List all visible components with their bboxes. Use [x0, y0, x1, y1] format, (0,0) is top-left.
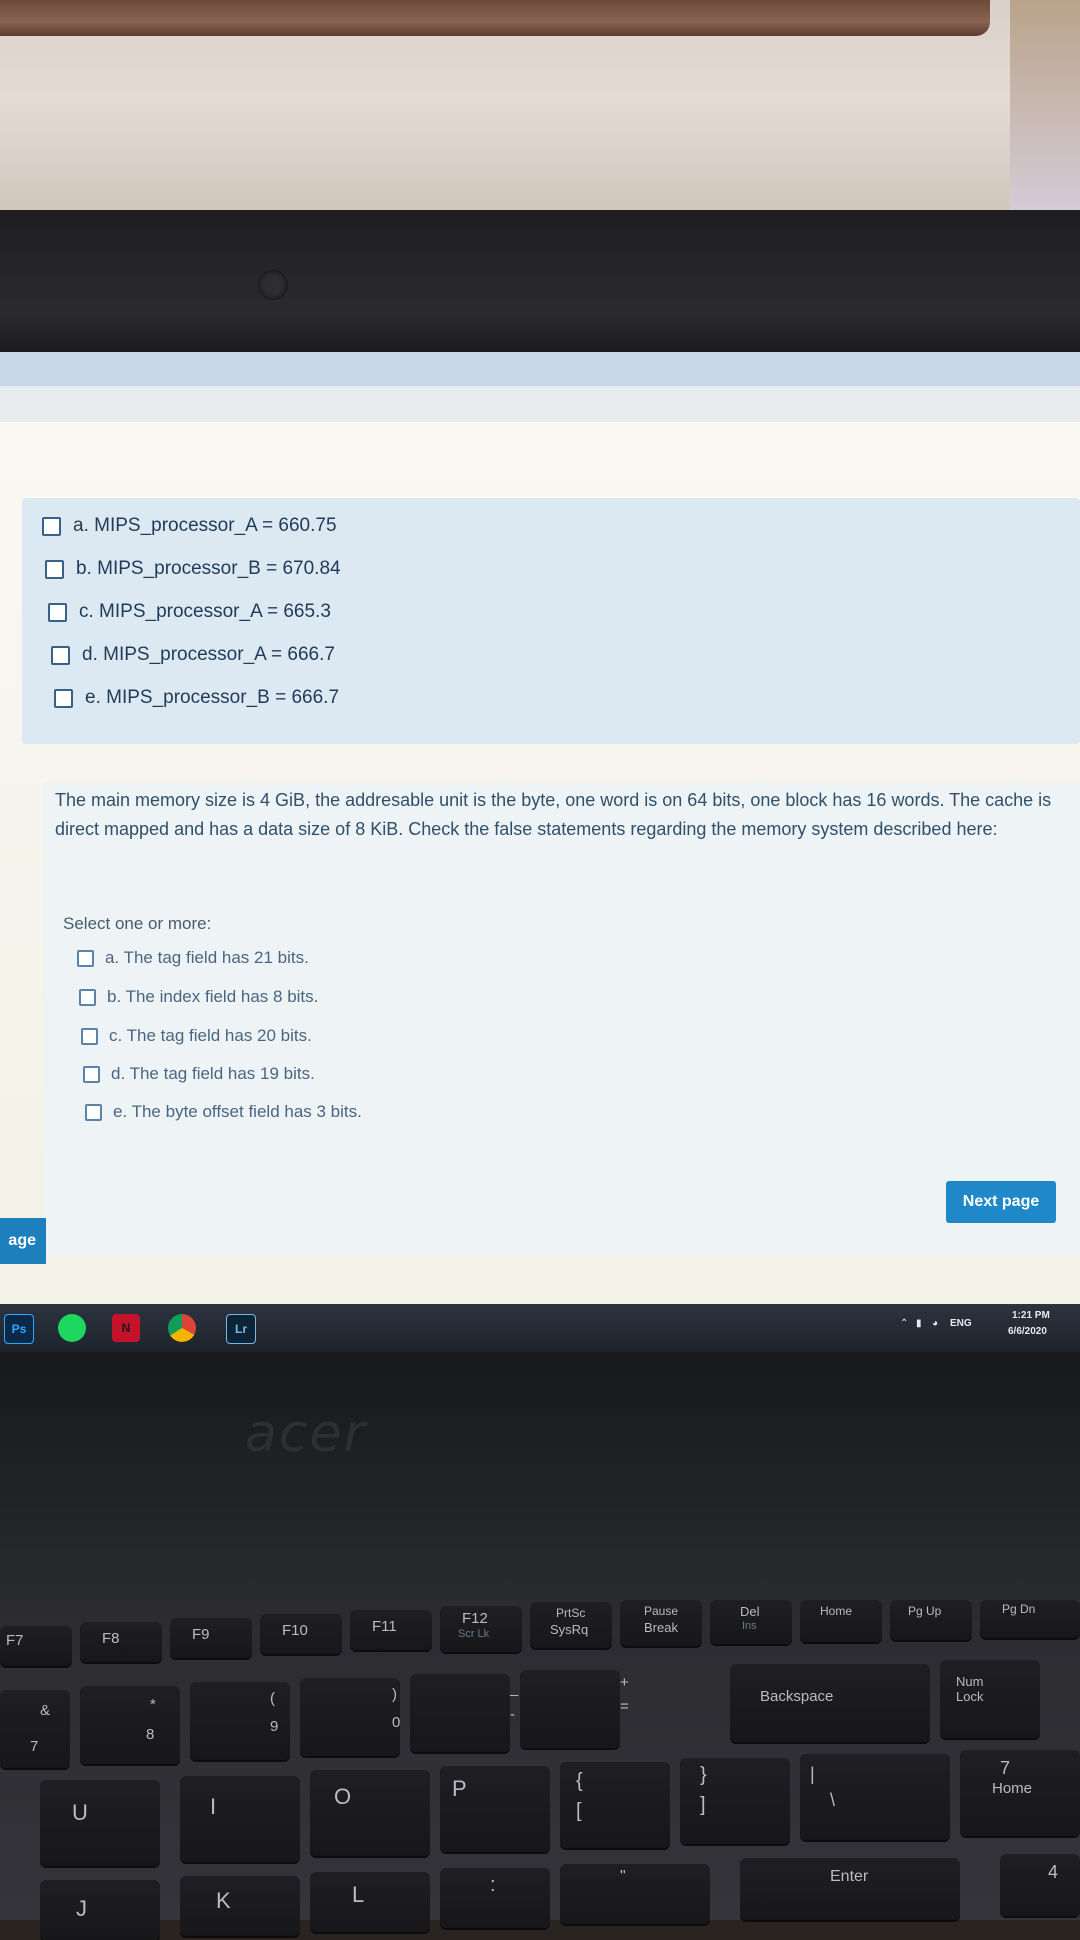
key-bracket-right[interactable]: }]: [680, 1758, 790, 1844]
browser-toolbar: [0, 352, 1080, 387]
key-bracket-left[interactable]: {[: [560, 1762, 670, 1848]
key-quote[interactable]: ": [560, 1864, 710, 1924]
key-prtsc[interactable]: PrtSc SysRq: [530, 1602, 612, 1648]
key-f8[interactable]: F8: [80, 1622, 162, 1662]
key-f7[interactable]: F7: [0, 1626, 72, 1666]
key-semicolon[interactable]: :: [440, 1868, 550, 1928]
option-label: d. MIPS_processor_A = 666.7: [82, 644, 335, 665]
key-f10[interactable]: F10: [260, 1614, 342, 1654]
spotify-icon[interactable]: [58, 1314, 86, 1342]
laptop-hinge-area: [0, 1352, 1080, 1602]
next-page-button[interactable]: Next page: [946, 1181, 1056, 1223]
tray-chevron-icon[interactable]: ⌃: [900, 1318, 908, 1329]
checkbox-icon[interactable]: [83, 1065, 100, 1083]
webcam-icon: [258, 270, 288, 300]
key-minus[interactable]: _ -: [410, 1674, 518, 1752]
key-pgdn[interactable]: Pg Dn: [980, 1600, 1080, 1638]
laptop-screen: a. MIPS_processor_A = 660.75 b. MIPS_pro…: [0, 352, 1080, 1352]
checkbox-icon[interactable]: [85, 1103, 102, 1121]
question-panel: [42, 782, 1080, 1257]
select-instruction: Select one or more:: [63, 914, 212, 933]
checkbox-icon[interactable]: [48, 602, 67, 622]
key-pause[interactable]: Pause Break: [620, 1600, 702, 1646]
option-label: b. MIPS_processor_B = 670.84: [76, 558, 341, 579]
battery-icon[interactable]: ▮: [916, 1318, 922, 1329]
option-label: c. The tag field has 20 bits.: [109, 1026, 312, 1045]
key-p[interactable]: P: [440, 1766, 550, 1852]
key-k[interactable]: K: [180, 1876, 300, 1936]
option-label: e. The byte offset field has 3 bits.: [113, 1102, 362, 1121]
question-option-c[interactable]: c. The tag field has 20 bits.: [81, 1026, 312, 1046]
question-option-d[interactable]: d. The tag field has 19 bits.: [83, 1064, 315, 1084]
key-f12[interactable]: F12 Scr Lk: [440, 1606, 522, 1652]
checkbox-icon[interactable]: [45, 559, 64, 579]
key-8[interactable]: * 8: [80, 1686, 180, 1764]
wall-corner: [1010, 0, 1080, 215]
key-9[interactable]: (9: [190, 1682, 290, 1760]
clock-date[interactable]: 6/6/2020: [1008, 1326, 1047, 1337]
clock-time[interactable]: 1:21 PM: [1012, 1310, 1050, 1321]
laptop-bezel: [0, 210, 1080, 355]
key-l[interactable]: L: [310, 1872, 430, 1932]
chrome-icon[interactable]: [168, 1314, 196, 1342]
laptop-keyboard: F7 F8 F9 F10 F11 F12 Scr Lk PrtSc SysRq Pa…: [0, 1600, 1080, 1940]
key-f9[interactable]: F9: [170, 1618, 252, 1658]
question-option-b[interactable]: b. The index field has 8 bits.: [79, 987, 318, 1007]
option-label: a. MIPS_processor_A = 660.75: [73, 515, 337, 536]
option-label: d. The tag field has 19 bits.: [111, 1064, 315, 1083]
question-option-e[interactable]: e. The byte offset field has 3 bits.: [85, 1102, 362, 1122]
key-u[interactable]: U: [40, 1780, 160, 1866]
key-del[interactable]: Del Ins: [710, 1600, 792, 1644]
key-i[interactable]: I: [180, 1776, 300, 1862]
lightroom-icon[interactable]: Lr: [226, 1314, 256, 1344]
photoshop-icon[interactable]: Ps: [4, 1314, 34, 1344]
checkbox-icon[interactable]: [79, 988, 96, 1006]
windows-taskbar: Ps N Lr ⌃ ▮ ◕ ENG 1:21 PM 6/6/2020: [0, 1304, 1080, 1352]
checkbox-icon[interactable]: [77, 949, 94, 967]
language-indicator[interactable]: ENG: [950, 1318, 972, 1329]
key-equals[interactable]: + =: [520, 1670, 629, 1748]
netflix-icon[interactable]: N: [112, 1314, 140, 1342]
key-7[interactable]: & 7: [0, 1690, 70, 1768]
key-0[interactable]: ) 0: [300, 1678, 400, 1756]
option-label: b. The index field has 8 bits.: [107, 987, 319, 1006]
option-label: c. MIPS_processor_A = 665.3: [79, 601, 331, 622]
key-numpad-7[interactable]: 7 Home: [960, 1750, 1080, 1836]
key-backslash[interactable]: | \: [800, 1754, 950, 1840]
key-pgup[interactable]: Pg Up: [890, 1600, 972, 1640]
checkbox-icon[interactable]: [81, 1027, 98, 1045]
key-o[interactable]: O: [310, 1770, 430, 1856]
checkbox-icon[interactable]: [42, 516, 61, 536]
previous-option-d[interactable]: d. MIPS_processor_A = 666.7: [51, 644, 335, 666]
page-header-bar: [0, 386, 1080, 423]
previous-option-c[interactable]: c. MIPS_processor_A = 665.3: [48, 601, 331, 623]
key-f11[interactable]: F11: [350, 1610, 432, 1650]
option-label: e. MIPS_processor_B = 666.7: [85, 687, 340, 708]
key-home[interactable]: Home: [800, 1600, 882, 1642]
key-enter[interactable]: Enter: [740, 1858, 960, 1920]
brand-logo: acer: [245, 1404, 367, 1464]
question-text: The main memory size is 4 GiB, the addre…: [55, 790, 1052, 839]
side-page-tab[interactable]: age: [0, 1218, 46, 1264]
key-numlock[interactable]: Num Lock: [940, 1660, 1040, 1738]
option-label: a. The tag field has 21 bits.: [105, 948, 309, 967]
previous-option-b[interactable]: b. MIPS_processor_B = 670.84: [45, 558, 341, 580]
wifi-icon[interactable]: ◕: [932, 1318, 938, 1329]
key-numpad-4[interactable]: 4: [1000, 1854, 1080, 1916]
previous-option-a[interactable]: a. MIPS_processor_A = 660.75: [42, 515, 337, 537]
key-j[interactable]: J: [40, 1880, 160, 1940]
question-option-a[interactable]: a. The tag field has 21 bits.: [77, 948, 309, 968]
wall-shelf: [0, 0, 990, 36]
previous-option-e[interactable]: e. MIPS_processor_B = 666.7: [54, 687, 339, 709]
checkbox-icon[interactable]: [51, 645, 70, 665]
checkbox-icon[interactable]: [54, 688, 73, 708]
key-backspace[interactable]: Backspace: [730, 1664, 930, 1742]
